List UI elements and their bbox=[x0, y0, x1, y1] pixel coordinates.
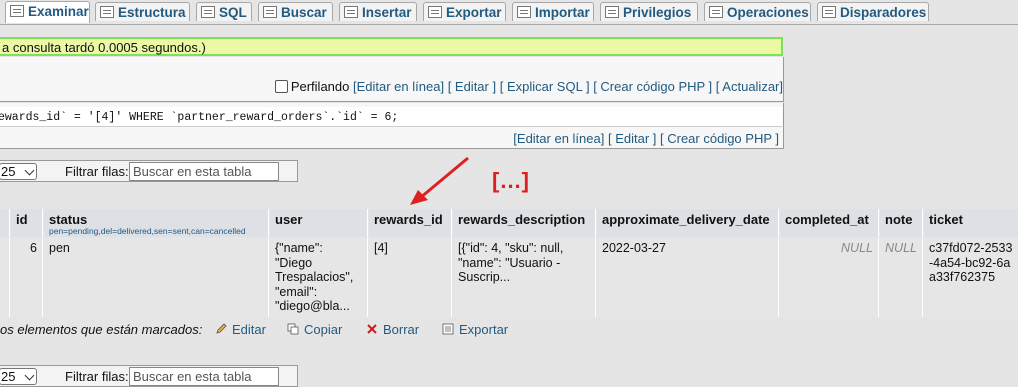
filter-bar: 25 Filtrar filas: Buscar en esta tabla bbox=[0, 160, 298, 182]
chevron-down-icon bbox=[24, 165, 35, 176]
success-message: a consulta tardó 0.0005 segundos.) bbox=[0, 37, 783, 56]
cell-approximate-delivery-date[interactable]: 2022-03-27 bbox=[597, 238, 779, 317]
cell-completed-at[interactable]: NULL bbox=[780, 238, 879, 317]
bulk-edit-button[interactable]: Editar bbox=[215, 322, 266, 337]
triggers-icon bbox=[822, 6, 836, 18]
profiling-checkbox[interactable] bbox=[274, 80, 288, 93]
col-header-rewards-description[interactable]: rewards_description bbox=[453, 209, 596, 237]
sql-create-php-link[interactable]: [ Crear código PHP ] bbox=[660, 131, 779, 146]
cell-ticket[interactable]: c37fd072-2533-4a54-bc92-6aa33f762375 bbox=[924, 238, 1018, 317]
copy-icon bbox=[287, 323, 299, 335]
structure-icon bbox=[100, 6, 114, 18]
sql-query-text: ewards_id` = '[4]' WHERE `partner_reward… bbox=[0, 107, 782, 127]
filter-input-bottom[interactable]: Buscar en esta tabla bbox=[129, 367, 279, 386]
refresh-link[interactable]: [ Actualizar] bbox=[716, 79, 783, 94]
tab-examinar[interactable]: Examinar bbox=[5, 1, 90, 23]
sql-inline-edit-link[interactable]: [Editar en línea] bbox=[513, 131, 604, 146]
inline-edit-link[interactable]: [Editar en línea] bbox=[353, 79, 444, 94]
results-table: id status pen=pending,del=delivered,sen=s… bbox=[0, 209, 1018, 319]
browse-icon bbox=[10, 5, 24, 17]
delete-icon bbox=[367, 324, 377, 334]
col-header-completed-at[interactable]: completed_at bbox=[780, 209, 879, 237]
tab-bar: Examinar Estructura SQL Buscar Insertar … bbox=[0, 0, 1018, 25]
export-icon bbox=[442, 323, 454, 335]
row-checkbox-cell[interactable] bbox=[0, 238, 10, 317]
rows-per-page-select-bottom[interactable]: 25 bbox=[0, 368, 37, 385]
profiling-label: Perfilando bbox=[290, 79, 350, 94]
query-options-box: Perfilando [Editar en línea] [ Editar ] … bbox=[0, 57, 784, 102]
cell-note[interactable]: NULL bbox=[880, 238, 923, 317]
sql-box: ewards_id` = '[4]' WHERE `partner_reward… bbox=[0, 103, 784, 149]
tab-disparadores[interactable]: Disparadores bbox=[817, 2, 929, 21]
tab-estructura[interactable]: Estructura bbox=[95, 2, 190, 21]
annotation-ellipsis: [...] bbox=[492, 168, 530, 193]
edit-link[interactable]: [ Editar ] bbox=[448, 79, 496, 94]
sql-edit-link[interactable]: [ Editar ] bbox=[608, 131, 656, 146]
insert-icon bbox=[344, 6, 358, 18]
bulk-actions-label: os elementos que están marcados: bbox=[0, 322, 203, 337]
filter-label-bottom: Filtrar filas: bbox=[65, 369, 129, 384]
status-legend: pen=pending,del=delivered,sen=sent,can=c… bbox=[49, 226, 246, 236]
tab-exportar[interactable]: Exportar bbox=[423, 2, 506, 21]
search-icon bbox=[263, 6, 277, 18]
explain-sql-link[interactable]: [ Explicar SQL ] bbox=[500, 79, 590, 94]
operations-icon bbox=[709, 6, 723, 18]
col-header-id[interactable]: id bbox=[11, 209, 43, 237]
tab-insertar[interactable]: Insertar bbox=[339, 2, 417, 21]
col-header-user[interactable]: user bbox=[270, 209, 368, 237]
bulk-delete-button[interactable]: Borrar bbox=[366, 322, 419, 337]
pencil-icon bbox=[216, 323, 227, 334]
sql-links: [Editar en línea] [ Editar ] [ Crear cód… bbox=[513, 131, 779, 146]
cell-status[interactable]: pen bbox=[44, 238, 269, 317]
tab-buscar[interactable]: Buscar bbox=[258, 2, 333, 21]
filter-input[interactable]: Buscar en esta tabla bbox=[129, 162, 279, 181]
filter-label: Filtrar filas: bbox=[65, 164, 129, 179]
col-header-note[interactable]: note bbox=[880, 209, 923, 237]
sql-icon bbox=[201, 6, 215, 18]
export-icon bbox=[428, 6, 442, 18]
filter-bar-bottom: 25 Filtrar filas: Buscar en esta tabla bbox=[0, 365, 298, 387]
privileges-icon bbox=[605, 6, 619, 18]
rows-per-page-select[interactable]: 25 bbox=[0, 163, 37, 180]
col-header-rewards-id[interactable]: rewards_id bbox=[369, 209, 452, 237]
tab-sql[interactable]: SQL bbox=[196, 2, 252, 21]
tab-operaciones[interactable]: Operaciones bbox=[704, 2, 811, 21]
bulk-copy-button[interactable]: Copiar bbox=[287, 322, 342, 337]
cell-user[interactable]: {"name": "Diego Trespalacios", "email": … bbox=[270, 238, 368, 317]
cell-rewards-id[interactable]: [4] bbox=[369, 238, 452, 317]
col-header-ticket[interactable]: ticket bbox=[924, 209, 1018, 237]
cell-id[interactable]: 6 bbox=[11, 238, 43, 317]
col-header-approximate-delivery-date[interactable]: approximate_delivery_date bbox=[597, 209, 779, 237]
bulk-actions: os elementos que están marcados: Editar … bbox=[0, 322, 508, 337]
tab-privilegios[interactable]: Privilegios bbox=[600, 2, 698, 21]
tab-importar[interactable]: Importar bbox=[512, 2, 594, 21]
import-icon bbox=[517, 6, 531, 18]
annotation-arrow bbox=[410, 156, 469, 205]
cell-rewards-description[interactable]: [{"id": 4, "sku": null, "name": "Usuario… bbox=[453, 238, 596, 317]
create-php-link[interactable]: [ Crear código PHP ] bbox=[593, 79, 712, 94]
bulk-export-button[interactable]: Exportar bbox=[442, 322, 508, 337]
header-spacer bbox=[0, 209, 10, 237]
query-links: Perfilando [Editar en línea] [ Editar ] … bbox=[274, 79, 783, 94]
col-header-status[interactable]: status pen=pending,del=delivered,sen=sent… bbox=[44, 209, 269, 237]
